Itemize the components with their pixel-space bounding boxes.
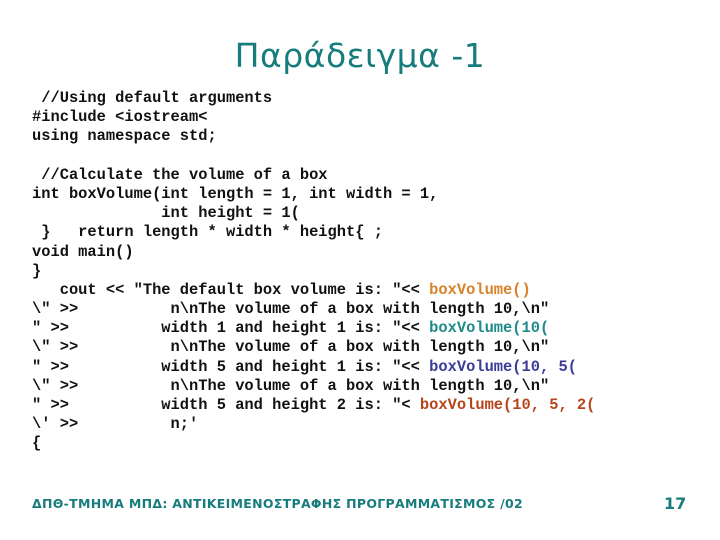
code-line: using namespace std;	[32, 127, 595, 146]
code-text: \" >> n\nThe volume of a box with length…	[32, 300, 550, 319]
code-line: } return length * width * height{ ;	[32, 223, 595, 242]
code-text: " >> width 5 and height 2 is: "<	[32, 396, 420, 414]
code-text: #include <iostream<	[32, 108, 208, 127]
code-line: " >> width 5 and height 1 is: "<< boxVol…	[32, 358, 595, 377]
function-call-highlight: boxVolume(10(	[429, 319, 550, 338]
code-text: " >> width 1 and height 1 is: "<<	[32, 319, 430, 338]
code-text: void main()	[32, 242, 134, 261]
code-line: {	[32, 434, 595, 453]
code-line: " >> width 1 and height 1 is: "<< boxVol…	[32, 319, 595, 338]
code-line: //Calculate the volume of a box	[32, 166, 595, 185]
code-text: //Using default arguments	[32, 89, 273, 107]
code-line: \" >> n\nThe volume of a box with length…	[32, 300, 595, 319]
function-call-highlight: boxVolume(10, 5, 2(	[419, 396, 596, 414]
code-text: }	[32, 261, 42, 280]
slide-footer: ΔΠΘ-ΤΜΗΜΑ ΜΠΔ: ΑΝΤΙΚΕΙΜΕΝΟΣΤΡΑΦΗΣ ΠΡΟΓΡΑ…	[32, 496, 524, 511]
code-text: int height = 1(	[32, 204, 300, 223]
function-call-highlight: boxVolume()	[429, 280, 531, 299]
code-line: cout << "The default box volume is: "<< …	[32, 281, 595, 300]
code-line: //Using default arguments	[32, 89, 595, 108]
slide: Παράδειγμα -1 //Using default arguments #…	[0, 0, 720, 540]
function-call-highlight: boxVolume(10, 5(	[429, 357, 577, 376]
code-text: } return length * width * height{ ;	[32, 223, 383, 242]
code-line: int boxVolume(int length = 1, int width …	[32, 185, 595, 204]
code-text: cout << "The default box volume is: "<<	[32, 280, 430, 299]
code-text: {	[32, 434, 42, 453]
code-line: #include <iostream<	[32, 108, 595, 127]
code-line: \" >> n\nThe volume of a box with length…	[32, 338, 595, 357]
slide-title: Παράδειγμα -1	[234, 36, 486, 75]
code-line: \' >> n;'	[32, 415, 595, 434]
page-number: 17	[664, 494, 687, 513]
code-line: int height = 1(	[32, 204, 595, 223]
code-line: }	[32, 262, 595, 281]
code-block: //Using default arguments #include <iostr…	[32, 89, 595, 454]
code-text: int boxVolume(int length = 1, int width …	[32, 184, 439, 203]
code-line: " >> width 5 and height 2 is: "< boxVolu…	[32, 396, 595, 415]
code-text: \' >> n;'	[32, 415, 199, 434]
code-text: using namespace std;	[32, 127, 217, 146]
code-text: \" >> n\nThe volume of a box with length…	[32, 338, 550, 357]
code-line: void main()	[32, 243, 595, 262]
code-text: \" >> n\nThe volume of a box with length…	[32, 376, 550, 395]
code-text: " >> width 5 and height 1 is: "<<	[32, 357, 430, 376]
code-text: //Calculate the volume of a box	[32, 165, 328, 184]
code-line: \" >> n\nThe volume of a box with length…	[32, 377, 595, 396]
